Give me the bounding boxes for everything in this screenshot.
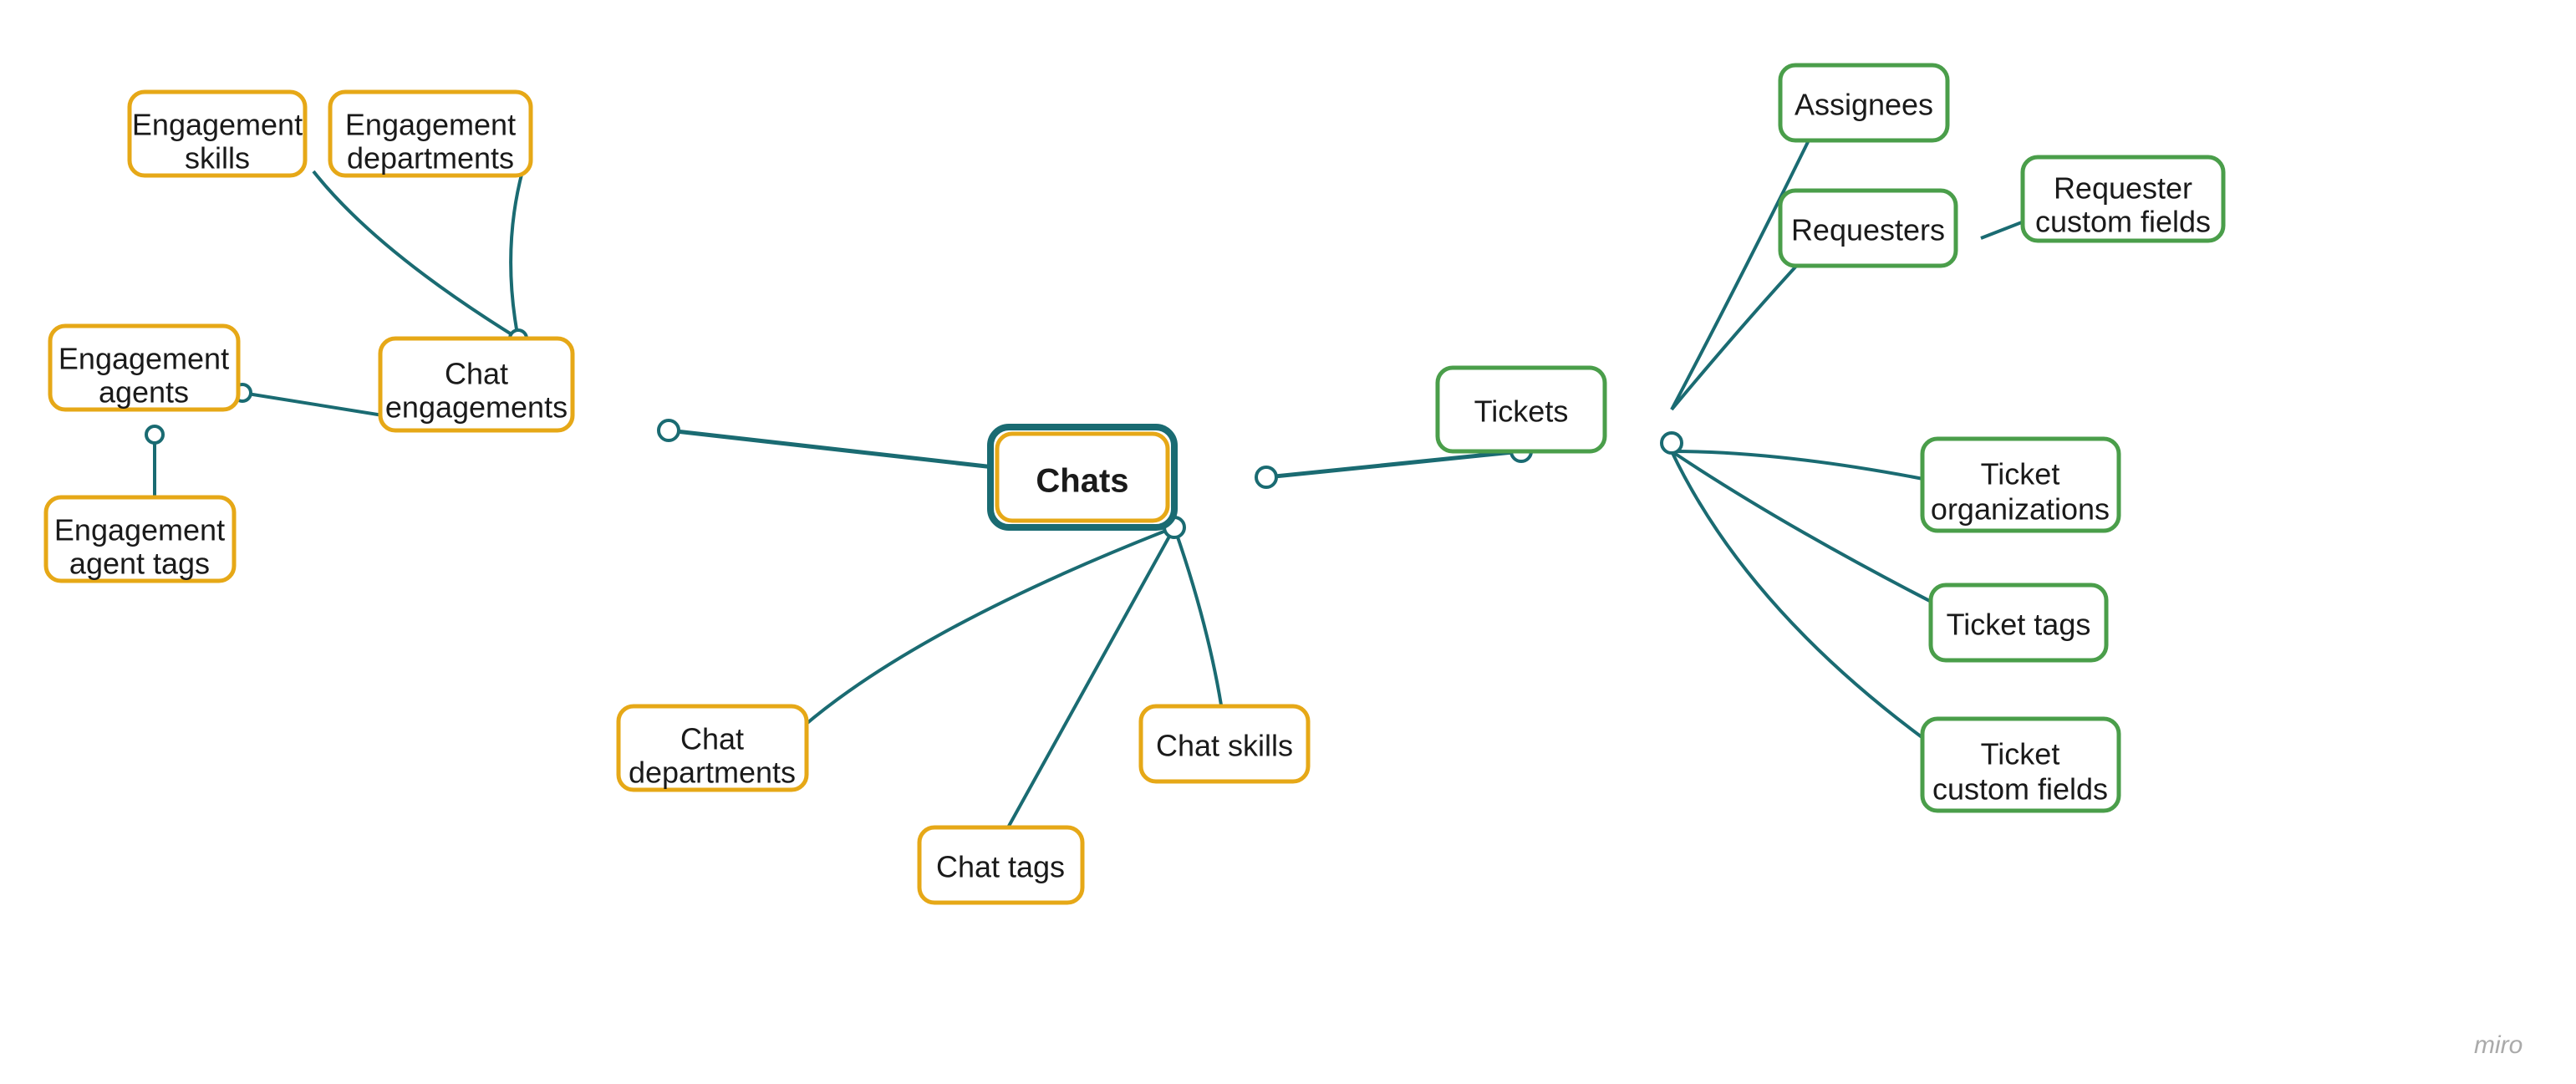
ticket-custom-fields-label: Ticket	[1981, 737, 2060, 771]
ticket-custom-fields-label2: custom fields	[1932, 772, 2108, 807]
ticket-organizations-label: Ticket	[1981, 457, 2060, 491]
engagement-departments-label: Engagement	[345, 108, 516, 142]
chat-skills-label: Chat skills	[1156, 729, 1293, 763]
chat-engagements-label2: engagements	[385, 390, 568, 425]
watermark: miro	[2474, 1031, 2523, 1059]
engagement-agent-tags-label: Engagement	[54, 513, 225, 547]
engagement-agent-tags-label2: agent tags	[69, 547, 210, 581]
requesters-label: Requesters	[1791, 213, 1945, 247]
ticket-organizations-label2: organizations	[1931, 492, 2110, 527]
requester-custom-fields-label2: custom fields	[2035, 205, 2211, 239]
chat-departments-label2: departments	[629, 756, 796, 790]
chat-engagements-label: Chat	[445, 357, 508, 391]
assignees-label: Assignees	[1795, 88, 1933, 122]
engagement-skills-label: Engagement	[132, 108, 303, 142]
engagement-agents-label2: agents	[99, 375, 189, 410]
ticket-tags-label: Ticket tags	[1947, 608, 2091, 642]
engagement-departments-label2: departments	[347, 141, 514, 176]
engagement-agents-label: Engagement	[59, 342, 229, 376]
tickets-label: Tickets	[1474, 394, 1569, 429]
chat-tags-label: Chat tags	[936, 850, 1065, 884]
requester-custom-fields-label: Requester	[2054, 171, 2192, 206]
chats-label: Chats	[1036, 463, 1128, 500]
chat-departments-label: Chat	[680, 722, 744, 756]
engagement-skills-label2: skills	[185, 141, 250, 176]
